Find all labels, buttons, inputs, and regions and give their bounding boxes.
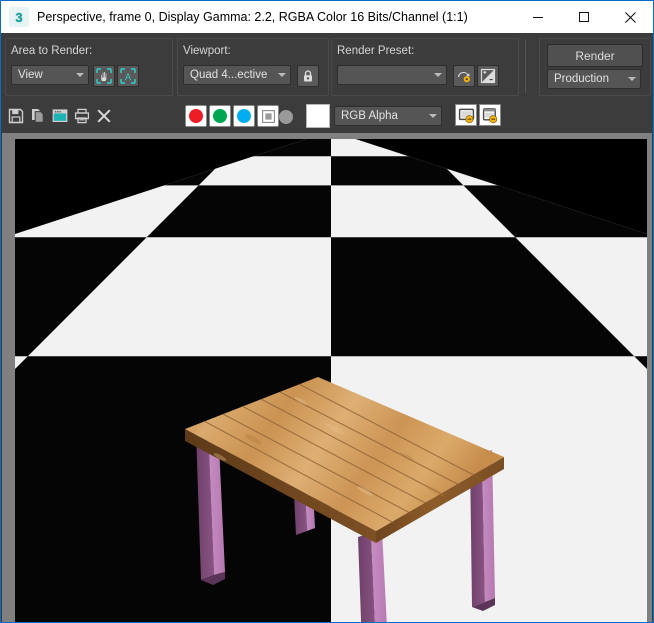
viewport-select[interactable]: Quad 4...ective <box>183 65 291 85</box>
app-icon-glyph: 3 <box>15 9 23 25</box>
viewport-value: Quad 4...ective <box>190 69 268 81</box>
blue-channel-dot <box>237 109 251 123</box>
red-channel-button[interactable] <box>185 105 207 127</box>
clear-image-icon <box>97 109 111 123</box>
rendered-image[interactable] <box>15 139 647 622</box>
maximize-icon <box>579 12 589 22</box>
toolbar-divider <box>525 39 526 93</box>
clone-history-button[interactable] <box>479 104 501 126</box>
auto-region-button[interactable]: A <box>117 65 139 87</box>
mono-channel-dot <box>279 110 293 124</box>
render-setup-button[interactable] <box>453 65 475 87</box>
save-image-icon <box>8 108 24 124</box>
area-to-render-label: Area to Render: <box>11 45 93 57</box>
print-image-icon <box>74 108 90 124</box>
auto-region-icon: A <box>120 68 136 84</box>
chevron-down-icon <box>430 73 446 77</box>
save-image-button[interactable] <box>5 105 27 127</box>
lock-icon <box>304 70 312 82</box>
clone-image-icon <box>52 109 68 122</box>
clear-image-button[interactable] <box>93 105 115 127</box>
channel-display-select[interactable]: RGB Alpha <box>334 106 442 126</box>
alpha-channel-button[interactable] <box>257 105 279 127</box>
region-hand-icon <box>96 68 112 84</box>
copy-image-button[interactable] <box>27 105 49 127</box>
checkerboard-floor <box>15 139 647 622</box>
minimize-button[interactable] <box>515 1 561 33</box>
exposure-control-icon <box>480 68 496 84</box>
image-tools-toolbar: RGB Alpha <box>1 99 653 133</box>
maximize-button[interactable] <box>561 1 607 33</box>
red-channel-dot <box>189 109 203 123</box>
color-swatch[interactable] <box>306 104 330 128</box>
render-setup-icon <box>458 72 470 83</box>
toggle-ui-button[interactable] <box>455 104 477 126</box>
viewport-lock-button[interactable] <box>297 65 319 87</box>
chevron-down-icon <box>425 114 441 118</box>
area-to-render-value: View <box>18 69 43 81</box>
render-button[interactable]: Render <box>547 44 643 67</box>
green-channel-dot <box>213 109 227 123</box>
chevron-down-icon <box>274 73 290 77</box>
alpha-channel-icon <box>261 109 275 123</box>
render-mode-value: Production <box>554 73 609 85</box>
render-frame-window: 3 Perspective, frame 0, Display Gamma: 2… <box>0 0 654 623</box>
title-bar: 3 Perspective, frame 0, Display Gamma: 2… <box>1 1 653 33</box>
render-scene-svg <box>15 139 647 622</box>
blue-channel-button[interactable] <box>233 105 255 127</box>
minimize-icon <box>533 17 543 18</box>
render-preset-select[interactable] <box>337 65 447 85</box>
render-mode-select[interactable]: Production <box>547 69 641 89</box>
copy-image-icon <box>32 109 44 123</box>
app-icon: 3 <box>9 7 29 27</box>
exposure-control-button[interactable] <box>477 65 499 87</box>
svg-text:A: A <box>125 72 131 82</box>
window-title: Perspective, frame 0, Display Gamma: 2.2… <box>37 10 468 24</box>
clone-image-button[interactable] <box>49 105 71 127</box>
chevron-down-icon <box>624 77 640 81</box>
viewport-label: Viewport: <box>183 45 231 57</box>
close-button[interactable] <box>607 1 653 33</box>
render-preset-label: Render Preset: <box>337 45 415 57</box>
mono-channel-button[interactable] <box>279 110 293 124</box>
area-to-render-select[interactable]: View <box>11 65 89 85</box>
channel-display-value: RGB Alpha <box>341 110 398 122</box>
close-icon <box>624 11 636 23</box>
chevron-down-icon <box>72 73 88 77</box>
clone-history-icon <box>482 107 497 123</box>
toggle-ui-icon <box>458 108 474 123</box>
print-image-button[interactable] <box>71 105 93 127</box>
render-options-toolbar: Area to Render: View A Viewport: Quad 4.… <box>1 33 653 99</box>
green-channel-button[interactable] <box>209 105 231 127</box>
blowup-region-button[interactable] <box>93 65 115 87</box>
render-pane[interactable] <box>2 133 652 622</box>
